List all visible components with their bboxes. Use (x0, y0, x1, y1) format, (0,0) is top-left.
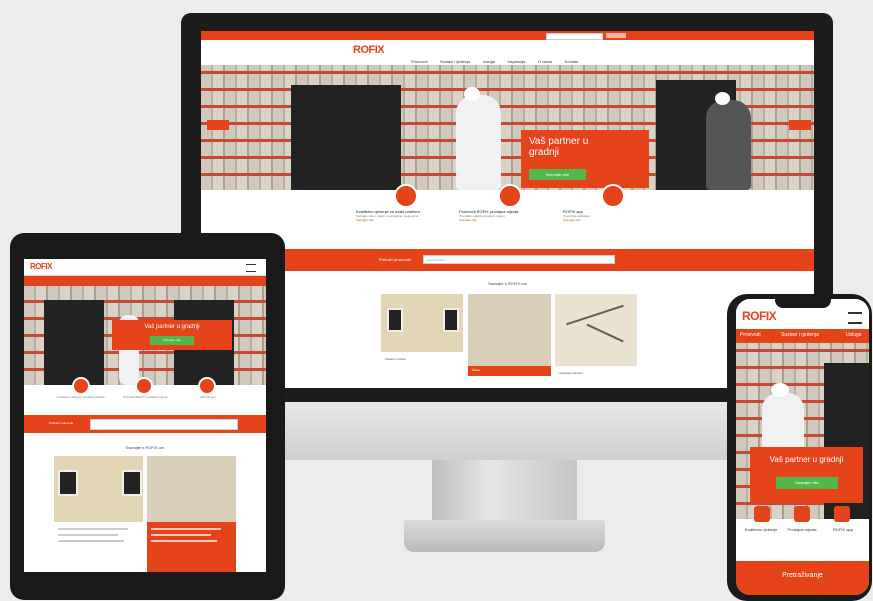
nav-item-about[interactable]: O nama (538, 59, 552, 64)
forklift-left (291, 85, 401, 190)
tablet-hero: Vaš partner u gradnji Saznajte više (24, 285, 266, 385)
tablet-screen: ROFIX Vaš partner u gradnji Saznajte viš… (24, 259, 266, 572)
phone-feature-title: Prodajna mjesta (787, 527, 817, 532)
hero-heading: Vaš partner u gradnji (529, 136, 589, 158)
hero-callout: Vaš partner u gradnji Saznajte više (521, 130, 649, 188)
nav-item-services[interactable]: Usluge (483, 59, 495, 64)
tablet-feature-icon-2 (135, 377, 153, 395)
tablet-header: ROFIX (24, 259, 266, 276)
phone-feature-title: ROFIX app (832, 527, 853, 532)
phone-footer-button[interactable]: Pretraživanje (736, 572, 869, 579)
tablet-hero-callout: Vaš partner u gradnji Saznajte više (112, 320, 232, 350)
card-title: Sanacija pukotina (559, 371, 583, 375)
feature-block-3: ROFIX app Preuzmite aplikaciju Saznajte … (563, 209, 653, 222)
phone-feature-icon-2 (794, 506, 810, 522)
phone-footer-bar: Pretraživanje (736, 561, 869, 595)
phone-feature-title: Kvalitetno rješenje (744, 527, 778, 532)
tablet-card-map[interactable] (147, 456, 236, 522)
card-title: Žbuke (472, 368, 481, 372)
nav-item-products[interactable]: Proizvodi (411, 59, 427, 64)
tablet-hero-button[interactable]: Saznajte više (150, 336, 194, 345)
phone-screen: ROFIX Proizvodi Sustavi i rješenja Uslug… (736, 299, 869, 595)
desktop-top-utility-bar (201, 31, 814, 40)
worker-left-image (456, 95, 501, 190)
phone-nav-bar: Proizvodi Sustavi i rješenja Usluge (736, 329, 869, 343)
feature-link[interactable]: Saznajte više (356, 218, 446, 222)
tablet-feature-title: Kvalitetno rješenje za svaki problem (57, 395, 105, 399)
card-facade-image[interactable]: Fasadni sustavi (381, 294, 463, 376)
phone-hero: Vaš partner u gradnji Saznajte više (736, 343, 869, 519)
desktop-search-band: Pretraži proizvode Pretraživanje... (201, 249, 814, 271)
phone-feature-icon-3 (834, 506, 850, 522)
tablet-card-facade[interactable] (54, 456, 143, 522)
feature-link[interactable]: Saznajte više (563, 218, 653, 222)
hero-next-arrow[interactable] (789, 120, 811, 130)
nav-item-contact[interactable]: Kontakt (565, 59, 579, 64)
phone-hero-callout: Vaš partner u gradnji Saznajte više (750, 447, 863, 503)
tablet-feature-icon-3 (198, 377, 216, 395)
feature-block-2: Proizvodi ROFIX prodajna mjesta Pronađit… (459, 209, 549, 222)
monitor-stand-neck (432, 460, 577, 526)
phone-menu-icon[interactable] (848, 312, 862, 324)
nav-item-systems[interactable]: Sustavi i rješenja (440, 59, 470, 64)
tablet-logo[interactable]: ROFIX (30, 262, 52, 271)
tablet-section-title: Saznajte s ROFIX-om (125, 445, 165, 450)
desktop-top-language-select[interactable] (606, 33, 626, 38)
hard-hat (715, 92, 730, 105)
nav-item-inspiration[interactable]: Inspiracija (508, 59, 526, 64)
tablet-search-input[interactable] (90, 419, 238, 430)
phone-hero-button[interactable]: Saznajte više (776, 477, 838, 489)
worker-right-image (706, 100, 751, 190)
feature-icon-1 (394, 184, 418, 208)
tablet-feature-title: Proizvodi ROFIX prodajna mjesta (122, 395, 168, 399)
desktop-hero: Vaš partner u gradnji Saznajte više (201, 65, 814, 190)
desktop-top-search-input[interactable] (546, 33, 603, 40)
desktop-navbar: ROFIX Proizvodi Sustavi i rješenja Uslug… (201, 40, 814, 66)
hard-hat (771, 383, 789, 397)
feature-icon-3 (601, 184, 625, 208)
phone-nav-item[interactable]: Sustavi i rješenja (781, 332, 819, 338)
desktop-screen: ROFIX Proizvodi Sustavi i rješenja Uslug… (201, 31, 814, 388)
hero-cta-button[interactable]: Saznajte više (529, 169, 586, 180)
feature-icon-2 (498, 184, 522, 208)
phone-nav-item[interactable]: Usluge (846, 332, 862, 338)
tablet-feature-title: ROFIX app (200, 395, 216, 399)
card-title: Fasadni sustavi (385, 357, 406, 361)
tablet-menu-icon[interactable] (246, 264, 256, 272)
tablet-feature-icon-1 (72, 377, 90, 395)
phone-hero-heading: Vaš partner u gradnji (769, 455, 844, 464)
feature-block-1: Kvalitetno rješenje za svaki problem Saz… (356, 209, 446, 222)
search-label: Pretraži proizvode (379, 257, 412, 262)
tablet-search-band: Pretraži proizvode (24, 415, 266, 433)
phone-feature-icon-1 (754, 506, 770, 522)
monitor-stand-foot (404, 520, 605, 552)
section-title: Saznajte s ROFIX-om (488, 281, 527, 286)
tablet-card-text-panel (147, 522, 236, 572)
card-plaster-image[interactable]: Žbuke (468, 294, 551, 376)
hero-prev-arrow[interactable] (207, 120, 229, 130)
card-crack-image[interactable] (555, 294, 637, 366)
feature-link[interactable]: Saznajte više (459, 218, 549, 222)
desktop-logo[interactable]: ROFIX (353, 44, 385, 56)
desktop-search-input[interactable]: Pretraživanje... (423, 255, 615, 264)
hard-hat (464, 87, 480, 101)
tablet-nav-bar (24, 276, 266, 285)
phone-logo[interactable]: ROFIX (742, 309, 777, 323)
tablet-hero-heading: Vaš partner u gradnji (144, 324, 200, 330)
tablet-search-label: Pretraži proizvode (49, 421, 74, 425)
phone-notch (775, 299, 831, 308)
phone-nav-item[interactable]: Proizvodi (740, 332, 761, 338)
